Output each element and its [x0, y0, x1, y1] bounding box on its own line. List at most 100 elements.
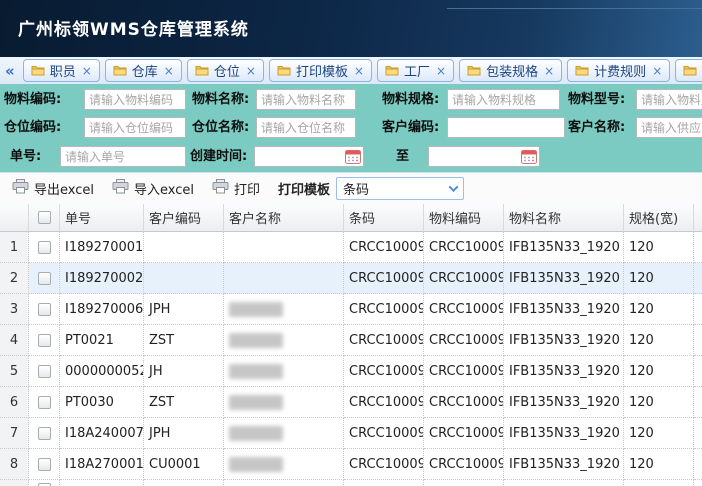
- created-to-date-field: [428, 146, 540, 167]
- row-checkbox[interactable]: [38, 272, 51, 285]
- col-header-customer-code[interactable]: 客户编码: [144, 204, 224, 232]
- table-row[interactable]: 4 PT0021 ZST CRCC10009 CRCC10009 IFB135N…: [0, 325, 702, 356]
- tab-label: 职员: [50, 61, 76, 80]
- grid-header-row: 单号 客户编码 客户名称 条码 物料编码 物料名称 规格(宽): [0, 204, 702, 232]
- cell-filler: [694, 232, 702, 263]
- print-template-value: 条码: [343, 179, 369, 198]
- order-no-input[interactable]: [60, 146, 186, 167]
- tab-print-template[interactable]: 打印模板 ×: [269, 59, 372, 82]
- tab-staff[interactable]: 职员 ×: [23, 59, 100, 82]
- table-row[interactable]: 2 I189270002 CRCC10009 CRCC10009 IFB135N…: [0, 263, 702, 294]
- tab-storage-location[interactable]: 仓位 ×: [187, 59, 264, 82]
- tab-close-icon[interactable]: ×: [652, 65, 662, 77]
- table-row[interactable]: 3 I189270006 JPH CRCC10009 CRCC10009 IFB…: [0, 294, 702, 325]
- material-spec-label: 物料规格:: [382, 89, 439, 110]
- cell-barcode: CRCC100091: [344, 356, 424, 387]
- created-from-date-input[interactable]: [255, 147, 343, 166]
- redacted-customer-name: [229, 395, 283, 410]
- row-checkbox[interactable]: [38, 241, 51, 254]
- cell-material-name: IFB135N33_1920: [504, 263, 624, 294]
- row-number: 7: [0, 418, 29, 449]
- material-name-input[interactable]: [256, 89, 356, 110]
- cell-order-no: I189270006: [60, 294, 144, 325]
- cell-material-code: CRCC10009: [424, 449, 504, 480]
- tab-packaging-spec[interactable]: 包装规格 ×: [459, 59, 562, 82]
- col-header-barcode[interactable]: 条码: [344, 204, 424, 232]
- calendar-icon[interactable]: [521, 149, 537, 164]
- col-header-customer-name[interactable]: 客户名称: [224, 204, 344, 232]
- location-code-input[interactable]: [84, 117, 186, 138]
- tab-close-icon[interactable]: ×: [544, 65, 554, 77]
- table-row[interactable]: 7 I18A240007 JPH CRCC10009 CRCC10009 IFB…: [0, 418, 702, 449]
- cell-customer-name: [224, 263, 344, 294]
- cell-material-code: CRCC10009: [424, 387, 504, 418]
- select-all-checkbox[interactable]: [38, 211, 51, 224]
- table-row[interactable]: 5 0000000052 JH CRCC100091 CRCC10009 IFB…: [0, 356, 702, 387]
- created-from-date-field: [254, 146, 364, 167]
- calendar-icon[interactable]: [345, 149, 361, 164]
- location-name-input[interactable]: [256, 117, 356, 138]
- customer-name-input[interactable]: [636, 117, 702, 138]
- export-excel-button[interactable]: 导出excel: [6, 176, 100, 201]
- print-template-label: 打印模板: [278, 179, 330, 198]
- redacted-customer-name: [229, 426, 283, 441]
- tab-label: 计费规则: [594, 61, 646, 80]
- cell-spec-width: 120: [624, 232, 694, 263]
- table-row[interactable]: 8 I18A270001 CU0001 CRCC10009 CRCC10009 …: [0, 449, 702, 480]
- row-number: [0, 480, 29, 486]
- tab-billing-rules[interactable]: 计费规则 ×: [567, 59, 670, 82]
- tab-document-type[interactable]: 单据类型 ×: [675, 59, 702, 82]
- cell-barcode: CRCC10009: [344, 387, 424, 418]
- material-spec-input[interactable]: [447, 89, 560, 110]
- cell-spec-width: 120: [624, 356, 694, 387]
- row-checkbox[interactable]: [38, 334, 51, 347]
- tab-warehouse[interactable]: 仓库 ×: [105, 59, 182, 82]
- row-number: 3: [0, 294, 29, 325]
- customer-code-input[interactable]: [447, 117, 565, 138]
- cell-barcode: CRCC10009: [344, 449, 424, 480]
- tab-scroll-left-button[interactable]: «: [5, 62, 15, 80]
- tab-label: 包装规格: [486, 61, 538, 80]
- material-code-input[interactable]: [84, 89, 186, 110]
- material-model-label: 物料型号:: [568, 89, 625, 110]
- col-header-spec-width[interactable]: 规格(宽): [624, 204, 694, 232]
- tab-bar: « 职员 × 仓库 × 仓位 × 打印模板 × 工厂 × 包装规格: [0, 57, 702, 84]
- import-excel-button[interactable]: 导入excel: [106, 176, 200, 201]
- cell-spec-width: 120: [624, 418, 694, 449]
- tab-close-icon[interactable]: ×: [164, 65, 174, 77]
- table-row[interactable]: 1 I189270001 CRCC10009 CRCC10009 IFB135N…: [0, 232, 702, 263]
- print-template-select[interactable]: 条码: [336, 177, 464, 200]
- tab-factory[interactable]: 工厂 ×: [377, 59, 454, 82]
- row-checkbox-cell: [29, 263, 60, 294]
- tab-close-icon[interactable]: ×: [246, 65, 256, 77]
- folder-icon: [31, 65, 45, 76]
- row-checkbox[interactable]: [38, 303, 51, 316]
- tab-close-icon[interactable]: ×: [82, 65, 92, 77]
- tab-close-icon[interactable]: ×: [436, 65, 446, 77]
- row-checkbox[interactable]: [38, 458, 51, 471]
- created-time-label: 创建时间:: [190, 146, 247, 167]
- cell-barcode: CRCC10009: [344, 263, 424, 294]
- row-checkbox[interactable]: [38, 396, 51, 409]
- created-to-date-input[interactable]: [429, 147, 519, 166]
- location-name-label: 仓位名称:: [192, 117, 249, 138]
- col-header-material-name[interactable]: 物料名称: [504, 204, 624, 232]
- col-header-material-code[interactable]: 物料编码: [424, 204, 504, 232]
- tab-close-icon[interactable]: ×: [354, 65, 364, 77]
- col-header-order-no[interactable]: 单号: [60, 204, 144, 232]
- printer-icon: [12, 179, 29, 198]
- row-checkbox[interactable]: [38, 365, 51, 378]
- toolbar: 导出excel 导入excel 打印 打印模板 条码: [0, 172, 702, 204]
- printer-icon: [212, 179, 229, 198]
- cell-customer-code: [144, 263, 224, 294]
- wms-app-window: 广州标领WMS仓库管理系统 « 职员 × 仓库 × 仓位 × 打印模板 × 工厂…: [0, 0, 702, 486]
- table-row[interactable]: 6 PT0030 ZST CRCC10009 CRCC10009 IFB135N…: [0, 387, 702, 418]
- row-checkbox[interactable]: [38, 427, 51, 440]
- print-button[interactable]: 打印: [206, 176, 266, 201]
- printer-icon: [112, 179, 129, 198]
- material-model-input[interactable]: [636, 89, 702, 110]
- folder-icon: [575, 65, 589, 76]
- cell-customer-code: JPH: [144, 418, 224, 449]
- cell-barcode: CRCC10009: [344, 294, 424, 325]
- table-row-partial[interactable]: [0, 480, 702, 486]
